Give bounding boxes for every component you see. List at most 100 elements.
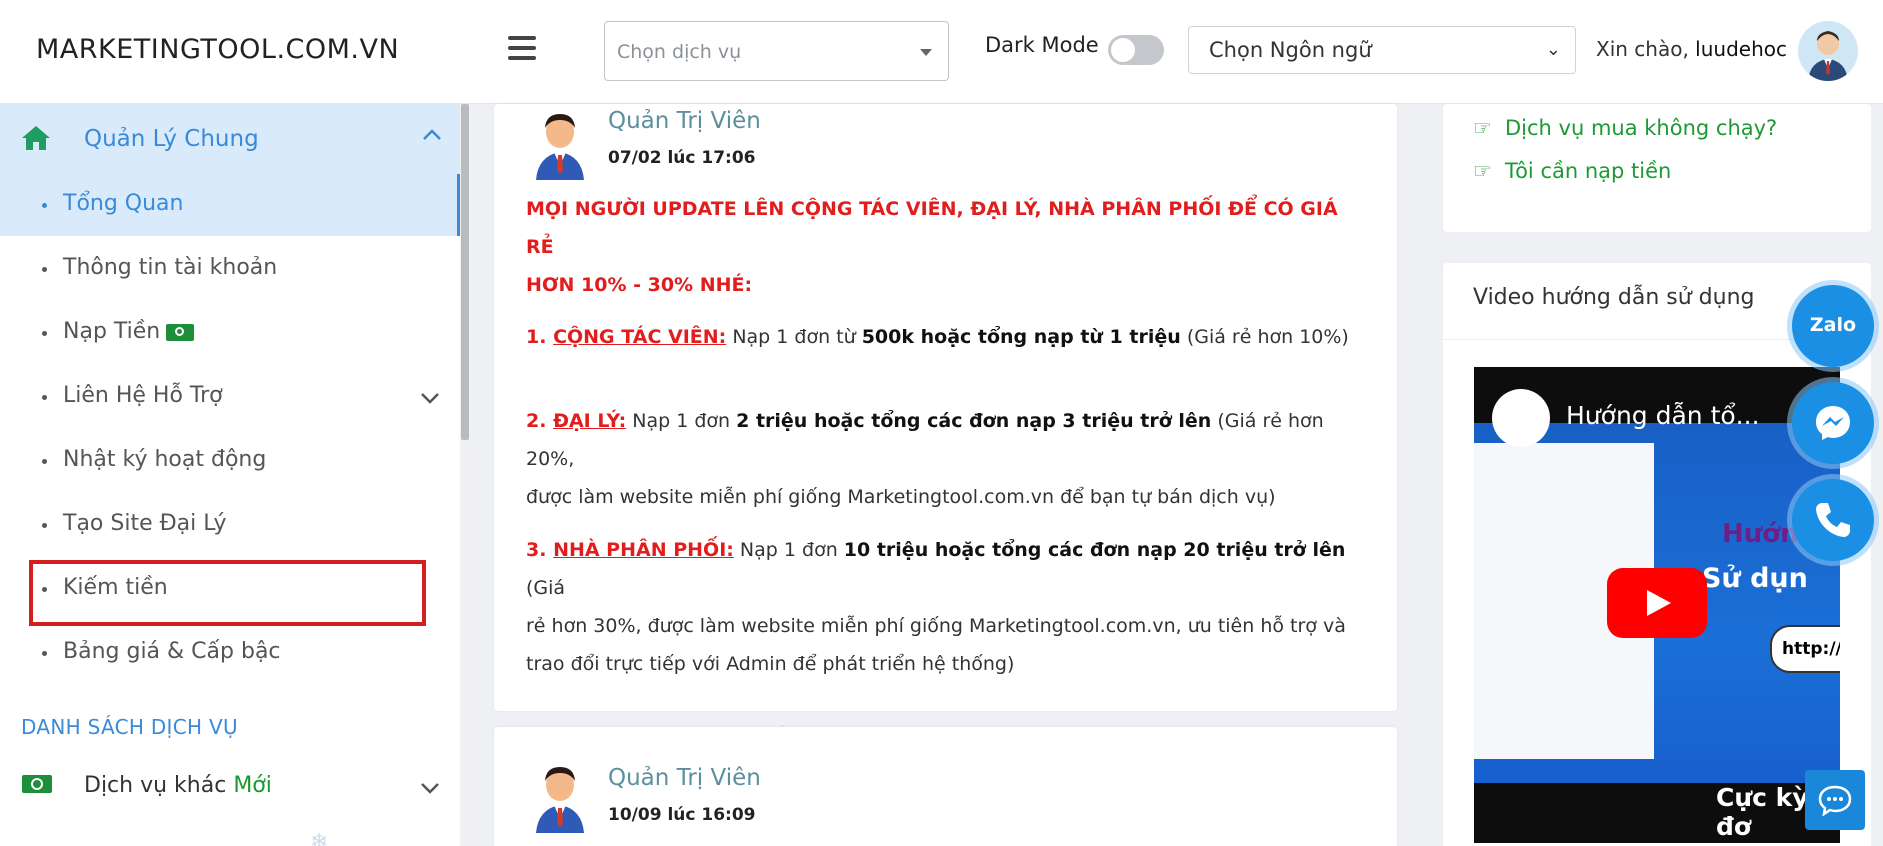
chevron-up-icon	[422, 126, 442, 145]
bullet	[42, 203, 47, 208]
dark-mode-label: Dark Mode	[985, 33, 1099, 57]
bullet	[42, 267, 47, 272]
bullet	[42, 459, 47, 464]
announcement-line: HƠN 10% - 30% NHÉ:	[526, 274, 753, 296]
tier-line: được làm website miễn phí giống Marketin…	[526, 486, 1276, 508]
tier-line: trao đổi trực tiếp với Admin để phát tri…	[526, 653, 1015, 675]
help-link-service-not-running[interactable]: ☞ Dịch vụ mua không chạy?	[1473, 116, 1777, 140]
tier-text: Nạp 1 đơn	[626, 410, 737, 432]
tier-line: 2. ĐẠI LÝ: Nạp 1 đơn 2 triệu hoặc tổng c…	[526, 402, 1371, 478]
messenger-icon	[1816, 406, 1850, 440]
sidebar-item-lien-he-ho-tro[interactable]: Liên Hệ Hỗ Trợ	[0, 366, 460, 428]
tier-label-text: NHÀ PHÂN PHỐI:	[553, 539, 734, 561]
tier-text: (Giá	[526, 577, 566, 599]
announcement-line: MỌI NGƯỜI UPDATE LÊN CỘNG TÁC VIÊN, ĐẠI …	[526, 198, 1338, 258]
toggle-knob	[1111, 38, 1135, 62]
user-greeting: Xin chào, luudehoc	[1596, 37, 1787, 61]
new-badge: Mới	[233, 773, 272, 798]
thumbnail-text: Sử dụn	[1702, 563, 1808, 594]
tier-nha-phan-phoi-paragraph: 3. NHÀ PHÂN PHỐI: Nạp 1 đơn 10 triệu hoặ…	[526, 531, 1371, 683]
money-icon	[166, 323, 195, 341]
zalo-button[interactable]: Zalo	[1792, 285, 1874, 367]
sidebar-item-label-wrap: Dịch vụ khác Mới	[84, 773, 272, 798]
tier-bold: 500k hoặc tổng nạp từ 1 triệu	[861, 326, 1181, 348]
phone-icon	[1816, 503, 1850, 537]
service-select-placeholder: Chọn dịch vụ	[617, 41, 742, 63]
sidebar-item-label: Bảng giá & Cấp bậc	[63, 639, 281, 664]
tier-text: (Giá rẻ hơn 10%)	[1180, 326, 1349, 348]
scrollbar-thumb[interactable]	[461, 104, 469, 440]
tier-label: ĐẠI LÝ:	[553, 410, 626, 432]
tier-number: 2.	[526, 410, 554, 432]
sidebar-item-label: Dịch vụ khác	[84, 773, 227, 798]
sidebar-group-label: Quản Lý Chung	[84, 126, 259, 152]
snowflake-icon: ❄	[310, 830, 329, 846]
section-title-services: DANH SÁCH DỊCH VỤ	[21, 715, 238, 739]
chevron-down-icon	[420, 390, 440, 409]
menu-toggle-icon[interactable]	[508, 36, 536, 62]
sidebar: Quản Lý Chung Tổng Quan Thông tin tài kh…	[0, 104, 460, 846]
play-button[interactable]	[1607, 568, 1707, 638]
zalo-label: Zalo	[1809, 314, 1857, 336]
chevron-down-icon	[420, 780, 440, 799]
top-header: MARKETINGTOOL.COM.VN Chọn dịch vụ Dark M…	[0, 0, 1883, 104]
sidebar-item-thong-tin-tai-khoan[interactable]: Thông tin tài khoản	[0, 238, 460, 300]
service-select[interactable]: Chọn dịch vụ	[604, 21, 949, 81]
sidebar-item-label-wrap: Nạp Tiền	[63, 319, 195, 344]
admin-avatar	[532, 763, 588, 833]
sidebar-item-nhat-ky-hoat-dong[interactable]: Nhật ký hoạt động	[0, 430, 460, 492]
messenger-button[interactable]	[1792, 382, 1874, 464]
tier-line: 1. CỘNG TÁC VIÊN: Nạp 1 đơn từ 500k hoặc…	[526, 318, 1371, 356]
video-card-title: Video hướng dẫn sử dụng	[1473, 285, 1755, 310]
phone-call-button[interactable]	[1792, 479, 1874, 561]
chat-icon	[1818, 785, 1852, 816]
tier-number: 1.	[526, 326, 554, 348]
help-link-label: Tôi cần nạp tiền	[1505, 159, 1672, 183]
help-link-need-topup[interactable]: ☞ Tôi cần nạp tiền	[1473, 159, 1671, 183]
sidebar-item-label: Nhật ký hoạt động	[63, 447, 267, 472]
dark-mode-toggle[interactable]	[1108, 35, 1164, 65]
sidebar-scrollbar[interactable]	[460, 104, 470, 846]
sidebar-item-label: Liên Hệ Hỗ Trợ	[63, 383, 223, 408]
chevron-down-icon: ⌄	[1545, 39, 1561, 60]
tier-label: NHÀ PHÂN PHỐI:	[553, 539, 734, 561]
pointing-hand-icon: ☞	[1473, 116, 1492, 140]
sidebar-item-nap-tien[interactable]: Nạp Tiền	[0, 302, 460, 364]
sidebar-item-tong-quan[interactable]: Tổng Quan	[0, 174, 460, 236]
announcement-post: Quản Trị Viên 10/09 lúc 16:09	[494, 727, 1397, 846]
sidebar-item-tao-site-dai-ly[interactable]: Tạo Site Đại Lý	[0, 494, 460, 556]
thumbnail-text: http://	[1770, 625, 1840, 673]
sidebar-item-bang-gia-cap-bac[interactable]: Bảng giá & Cấp bậc	[0, 622, 460, 684]
bullet	[42, 651, 47, 656]
sidebar-item-dich-vu-khac[interactable]: Dịch vụ khác Mới	[0, 756, 460, 818]
tier-label: CỘNG TÁC VIÊN:	[553, 326, 726, 348]
bullet	[42, 331, 47, 336]
tier-text: Nạp 1 đơn	[733, 539, 844, 561]
tier-text: Nạp 1 đơn từ	[726, 326, 862, 348]
tier-ctv-paragraph: 1. CỘNG TÁC VIÊN: Nạp 1 đơn từ 500k hoặc…	[526, 318, 1371, 356]
username: luudehoc	[1695, 37, 1787, 61]
bullet	[42, 523, 47, 528]
post-author[interactable]: Quản Trị Viên	[608, 108, 761, 134]
home-icon	[20, 124, 52, 156]
brand-logo[interactable]: MARKETINGTOOL.COM.VN	[36, 34, 399, 65]
sidebar-item-label: Tổng Quan	[63, 191, 184, 216]
post-time: 10/09 lúc 16:09	[608, 805, 756, 825]
tier-label-text: CỘNG TÁC VIÊN:	[553, 326, 727, 348]
help-links-card: ☞ Dịch vụ mua không chạy? ☞ Tôi cần nạp ti…	[1443, 104, 1871, 232]
tier-label-text: ĐẠI LÝ:	[553, 410, 627, 432]
sidebar-group-quan-ly-chung[interactable]: Quản Lý Chung	[0, 104, 460, 174]
help-link-label: Dịch vụ mua không chạy?	[1505, 116, 1778, 140]
language-select[interactable]: Chọn Ngôn ngữ ⌄	[1188, 26, 1576, 74]
caret-down-icon	[920, 49, 932, 56]
video-title[interactable]: Hướng dẫn tổ...	[1566, 401, 1760, 430]
bullet	[42, 395, 47, 400]
user-avatar[interactable]	[1798, 21, 1858, 81]
live-chat-button[interactable]	[1805, 770, 1865, 830]
tier-number: 3.	[526, 539, 554, 561]
channel-avatar[interactable]	[1492, 389, 1550, 447]
post-author[interactable]: Quản Trị Viên	[608, 765, 761, 791]
tier-bold: 10 triệu hoặc tổng các đơn nạp 20 triệu …	[843, 539, 1346, 561]
youtube-video-embed[interactable]: Hướng Sử dụn http:// Cực kỳ đơ Hướng dẫn…	[1474, 367, 1840, 843]
greeting-prefix: Xin chào,	[1596, 37, 1689, 61]
